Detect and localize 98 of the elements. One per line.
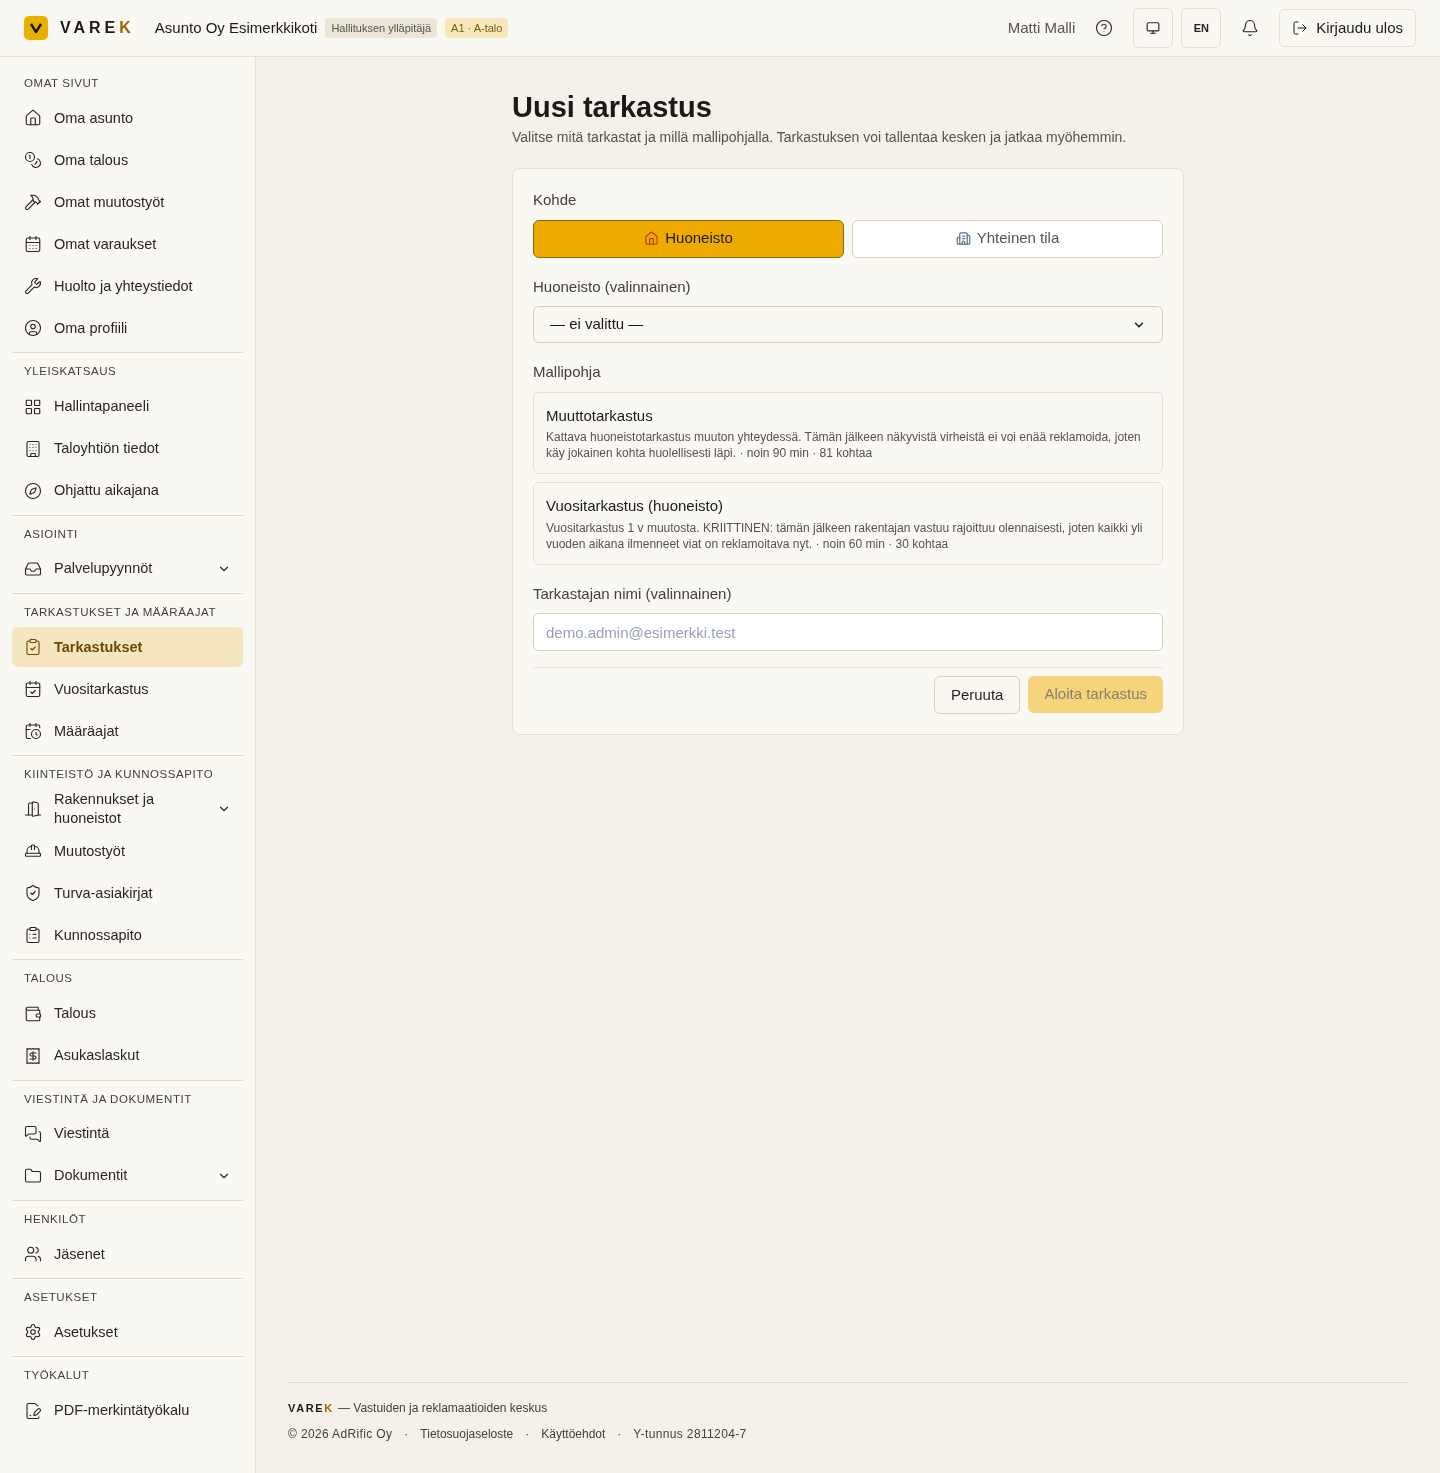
section-heading: ASETUKSET <box>23 1290 99 1305</box>
compass-icon <box>24 481 42 500</box>
organization-name: Asunto Oy Esimerkkikoti <box>154 17 318 38</box>
calendar-clock-icon <box>24 722 42 740</box>
section-heading: YLEISKATSAUS <box>23 364 118 380</box>
user-name: Matti Malli <box>1007 17 1076 38</box>
chat-icon <box>24 1124 42 1143</box>
template-option[interactable] <box>533 482 1163 565</box>
sidebar-item[interactable]: Palvelupyynnöt <box>12 548 243 589</box>
sidebar-item[interactable]: Viestintä <box>12 1113 243 1154</box>
sidebar-item[interactable]: Oma talous <box>12 140 243 181</box>
sidebar-item[interactable]: Oma asunto <box>12 98 243 139</box>
sidebar-item[interactable]: Talous <box>12 993 243 1034</box>
footer-link[interactable]: Käyttöehdot <box>541 1425 606 1443</box>
template-option[interactable]: Muuttotarkastus Kattava huoneistotarkastus muuton yhteydessä. Tämän jälkeen näkyvistä virheistä ei voi enää reklamoida, joten käy jokainen kohta huolellisesti läpi. · noin 90 min · 81 kohtaa <box>533 391 1163 474</box>
calendar-check-icon <box>24 680 42 698</box>
users-icon <box>24 1245 42 1263</box>
sidebar-item[interactable]: Omat muutostyöt <box>12 182 243 223</box>
sidebar-item[interactable]: Jäsenet <box>12 1234 243 1274</box>
sidebar-item[interactable]: PDF-merkintätyökalu <box>12 1390 243 1431</box>
user-icon <box>24 319 42 338</box>
language-button[interactable]: EN <box>1181 8 1222 48</box>
field-label: Tarkastajan nimi (valinnainen) <box>533 583 733 604</box>
unit-badge: A1 · A-talo <box>445 17 509 39</box>
section-heading: TYÖKALUT <box>23 1368 91 1384</box>
sidebar-item[interactable]: Asukaslaskut <box>12 1035 243 1076</box>
brand-wordmark: VAREK <box>288 1400 334 1416</box>
template-description: Vuositarkastus 1 v muutosta. KRIITTINEN: tämän jälkeen rakentajan vastuu rajoittuu olennaisesti, joten kaikki yli vuoden aikana ilmenneet viat on reklamoitava nyt. · noin 60 min · 30 kohtaa <box>546 519 1144 552</box>
template-title: Muuttotarkastus <box>546 405 654 426</box>
footer-text: © 2026 AdRific Oy <box>288 1426 393 1443</box>
field-label: Huoneisto (valinnainen) <box>533 276 692 297</box>
section-heading: ASIOINTI <box>23 526 79 542</box>
door-icon <box>24 800 42 819</box>
sidebar-item[interactable]: Omat varaukset <box>12 224 243 265</box>
sidebar-item[interactable]: Ohjattu aikajana <box>12 470 243 511</box>
hammer-icon <box>24 193 42 212</box>
sidebar-item[interactable]: Kunnossapito <box>12 915 243 956</box>
help-icon[interactable] <box>1095 19 1114 37</box>
target-option[interactable]: Yhteinen tila <box>852 219 1163 258</box>
page-subtitle: Valitse mitä tarkastat ja millä mallipohjalla. Tarkastuksen voi tallentaa kesken ja jatkaa myöhemmin. <box>512 128 1128 147</box>
footer-text: Y-tunnus 2811204-7 <box>633 1426 747 1443</box>
sidebar-item[interactable]: Asetukset <box>12 1312 243 1353</box>
grid-icon <box>24 397 42 416</box>
wrench-icon <box>24 277 42 296</box>
logout-icon <box>1292 20 1309 36</box>
inspector-name-field[interactable]: demo.admin@esimerkki.test <box>533 613 1163 651</box>
section-heading: VIESTINTÄ JA DOKUMENTIT <box>23 1091 193 1107</box>
separator-dot: · <box>404 1426 409 1443</box>
inbox-icon <box>24 559 42 578</box>
sidebar-item[interactable]: Vuositarkastus <box>12 669 243 709</box>
sidebar-item[interactable]: Taloyhtiön tiedot <box>12 428 243 469</box>
display-button[interactable] <box>1133 8 1174 48</box>
sidebar-item[interactable]: Määräajat <box>12 711 243 751</box>
apartment-select[interactable]: — ei valittu — <box>533 306 1163 343</box>
section-heading: TARKASTUKSET JA MÄÄRÄAJAT <box>23 604 218 620</box>
role-badge: Hallituksen ylläpitäjä <box>325 17 438 39</box>
house-icon <box>644 231 660 246</box>
sidebar-item[interactable]: Hallintapaneeli <box>12 386 243 427</box>
sidebar-item[interactable]: Muutostyöt <box>12 831 243 872</box>
settings-icon <box>24 1323 42 1342</box>
target-option[interactable]: Huoneisto <box>533 219 844 258</box>
field-label: Kohde <box>533 190 578 210</box>
separator-dot: · <box>525 1426 530 1443</box>
clipboard-icon <box>24 926 42 945</box>
brand-wordmark: VARE K <box>60 19 135 36</box>
footer-tagline: — Vastuiden ja reklamaatioiden keskus <box>337 1400 548 1417</box>
logo-icon <box>24 16 48 40</box>
section-heading: KIINTEISTÖ JA KUNNOSSAPITO <box>23 767 215 782</box>
calendar-icon <box>24 235 42 254</box>
receipt-icon <box>24 1046 42 1065</box>
separator-dot: · <box>617 1426 622 1443</box>
building-icon <box>24 439 42 458</box>
sidebar-item[interactable]: Tarkastukset <box>12 627 243 667</box>
notifications-bell-icon[interactable] <box>1241 19 1260 37</box>
office-building-icon <box>955 231 971 246</box>
footer-link[interactable]: Tietosuojaseloste <box>420 1425 514 1443</box>
home-icon <box>24 109 42 128</box>
wallet-icon <box>24 1004 42 1023</box>
shield-icon <box>24 884 42 903</box>
section-heading: TALOUS <box>23 971 74 987</box>
template-description: Kattava huoneistotarkastus muuton yhteydessä. Tämän jälkeen näkyvistä virheistä ei voi enää reklamoida, joten käy jokainen kohta huolellisesti läpi. · noin 90 min · 81 kohtaa <box>546 429 1142 461</box>
sidebar-item[interactable]: Dokumentit <box>12 1155 243 1196</box>
field-label: Mallipohja <box>533 362 602 382</box>
template-title: Vuositarkastus (huoneisto) <box>546 496 725 516</box>
logout-button[interactable]: Kirjaudu ulos <box>1279 9 1416 47</box>
coins-icon <box>24 151 42 170</box>
folder-icon <box>24 1166 42 1185</box>
file-icon <box>24 1401 42 1420</box>
sidebar-item[interactable]: Rakennukset ja huoneistot <box>12 789 243 830</box>
sidebar-item[interactable]: Oma profiili <box>12 308 243 349</box>
section-heading: HENKILÖT <box>23 1211 88 1227</box>
page-title: Uusi tarkastus <box>512 90 713 125</box>
sidebar-item[interactable]: Turva-asiakirjat <box>12 873 243 914</box>
section-heading: OMAT SIVUT <box>23 76 100 91</box>
clipboard-check-icon <box>24 638 42 656</box>
sidebar-item[interactable]: Huolto ja yhteystiedot <box>12 266 243 307</box>
monitor-icon <box>1146 21 1161 35</box>
cancel-button[interactable]: Peruuta <box>933 676 1021 714</box>
